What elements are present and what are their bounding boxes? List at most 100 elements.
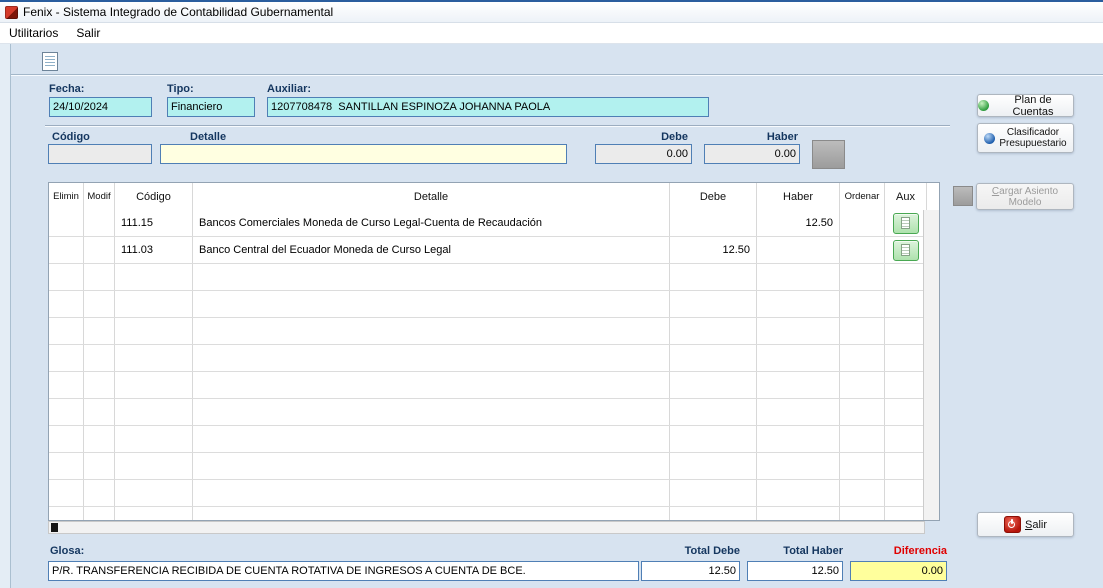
table-cell xyxy=(115,453,193,479)
table-cell xyxy=(84,426,115,452)
table-cell xyxy=(84,507,115,520)
table-cell xyxy=(193,264,670,290)
debe-label: Debe xyxy=(595,131,688,143)
clasificador-label-line1: Clasificador xyxy=(999,127,1066,138)
cargar-asiento-label: Cargar Asiento Modelo xyxy=(992,186,1058,208)
plan-de-cuentas-button[interactable]: Plan de Cuentas xyxy=(977,94,1074,117)
tipo-label: Tipo: xyxy=(167,83,194,95)
debe-input[interactable] xyxy=(595,144,692,164)
table-row[interactable] xyxy=(49,507,926,520)
aux-detail-button[interactable] xyxy=(893,213,919,234)
table-row[interactable] xyxy=(49,453,926,480)
table-cell xyxy=(885,291,926,317)
vertical-scrollbar[interactable] xyxy=(923,210,939,520)
table-cell xyxy=(115,291,193,317)
table-row[interactable] xyxy=(49,426,926,453)
table-cell xyxy=(193,507,670,520)
table-cell xyxy=(757,372,840,398)
total-debe-field[interactable] xyxy=(641,561,740,581)
table-cell xyxy=(757,399,840,425)
col-ordenar[interactable]: Ordenar xyxy=(840,183,885,210)
power-icon xyxy=(1004,516,1021,533)
menu-utilitarios[interactable]: Utilitarios xyxy=(0,24,67,42)
table-cell xyxy=(84,453,115,479)
table-cell: Banco Central del Ecuador Moneda de Curs… xyxy=(193,237,670,263)
table-cell xyxy=(193,453,670,479)
table-cell xyxy=(840,507,885,520)
table-cell xyxy=(49,507,84,520)
col-detalle[interactable]: Detalle xyxy=(193,183,670,210)
cargar-asiento-modelo-button[interactable]: Cargar Asiento Modelo xyxy=(976,183,1074,210)
codigo-input[interactable] xyxy=(48,144,152,164)
total-haber-field[interactable] xyxy=(747,561,843,581)
table-cell: 12.50 xyxy=(757,210,840,236)
salir-button[interactable]: Salir xyxy=(977,512,1074,537)
table-cell xyxy=(885,372,926,398)
table-row[interactable] xyxy=(49,291,926,318)
fecha-label: Fecha: xyxy=(49,83,84,95)
clasificador-presupuestario-button[interactable]: Clasificador Presupuestario xyxy=(977,123,1074,153)
table-cell: Bancos Comerciales Moneda de Curso Legal… xyxy=(193,210,670,236)
col-haber[interactable]: Haber xyxy=(757,183,840,210)
clasificador-label: Clasificador Presupuestario xyxy=(999,127,1066,149)
table-cell xyxy=(885,237,926,263)
table-cell xyxy=(885,507,926,520)
diferencia-field[interactable] xyxy=(850,561,947,581)
table-cell xyxy=(49,372,84,398)
col-modif[interactable]: Modif xyxy=(84,183,115,210)
salir-label: Salir xyxy=(1025,519,1047,531)
table-cell xyxy=(757,264,840,290)
glosa-input[interactable] xyxy=(48,561,639,581)
table-cell xyxy=(193,399,670,425)
table-cell xyxy=(84,291,115,317)
horizontal-scrollbar-thumb[interactable] xyxy=(51,523,58,532)
table-row[interactable] xyxy=(49,372,926,399)
table-cell xyxy=(84,345,115,371)
aux-detail-button[interactable] xyxy=(893,240,919,261)
table-cell xyxy=(885,264,926,290)
table-row[interactable] xyxy=(49,399,926,426)
fecha-input[interactable] xyxy=(49,97,152,117)
table-row[interactable]: 111.03Banco Central del Ecuador Moneda d… xyxy=(49,237,926,264)
table-row[interactable] xyxy=(49,345,926,372)
table-cell xyxy=(115,399,193,425)
table-cell xyxy=(757,480,840,506)
auxiliar-input[interactable] xyxy=(267,97,709,117)
table-cell xyxy=(840,372,885,398)
menu-salir[interactable]: Salir xyxy=(67,24,109,42)
tipo-input[interactable] xyxy=(167,97,255,117)
detalle-input[interactable] xyxy=(160,144,567,164)
table-row[interactable]: 111.15Bancos Comerciales Moneda de Curso… xyxy=(49,210,926,237)
table-cell xyxy=(840,480,885,506)
table-header-row: Elimin Modif Código Detalle Debe Haber O… xyxy=(49,183,939,211)
table-row[interactable] xyxy=(49,318,926,345)
table-cell xyxy=(115,318,193,344)
cargar-asiento-icon xyxy=(953,186,973,206)
menu-bar: Utilitarios Salir xyxy=(0,23,1103,44)
table-cell xyxy=(670,291,757,317)
table-cell xyxy=(885,453,926,479)
table-cell xyxy=(840,345,885,371)
col-aux[interactable]: Aux xyxy=(885,183,926,210)
codigo-label: Código xyxy=(52,131,90,143)
table-row[interactable] xyxy=(49,480,926,507)
haber-input[interactable] xyxy=(704,144,800,164)
header-corner xyxy=(926,183,939,210)
table-cell xyxy=(49,399,84,425)
add-entry-button[interactable] xyxy=(812,140,845,169)
glosa-label: Glosa: xyxy=(50,545,84,557)
total-debe-label: Total Debe xyxy=(641,545,740,557)
cargar-asiento-label-line1: Cargar Asiento xyxy=(992,186,1058,197)
col-codigo[interactable]: Código xyxy=(115,183,193,210)
horizontal-scrollbar[interactable] xyxy=(48,521,925,534)
table-row[interactable] xyxy=(49,264,926,291)
new-entry-button[interactable] xyxy=(38,49,62,73)
col-elimin[interactable]: Elimin xyxy=(49,183,84,210)
table-cell xyxy=(84,264,115,290)
col-debe[interactable]: Debe xyxy=(670,183,757,210)
table-cell xyxy=(670,507,757,520)
table-cell xyxy=(757,507,840,520)
table-cell xyxy=(49,345,84,371)
table-cell xyxy=(840,237,885,263)
table-cell: 111.15 xyxy=(115,210,193,236)
